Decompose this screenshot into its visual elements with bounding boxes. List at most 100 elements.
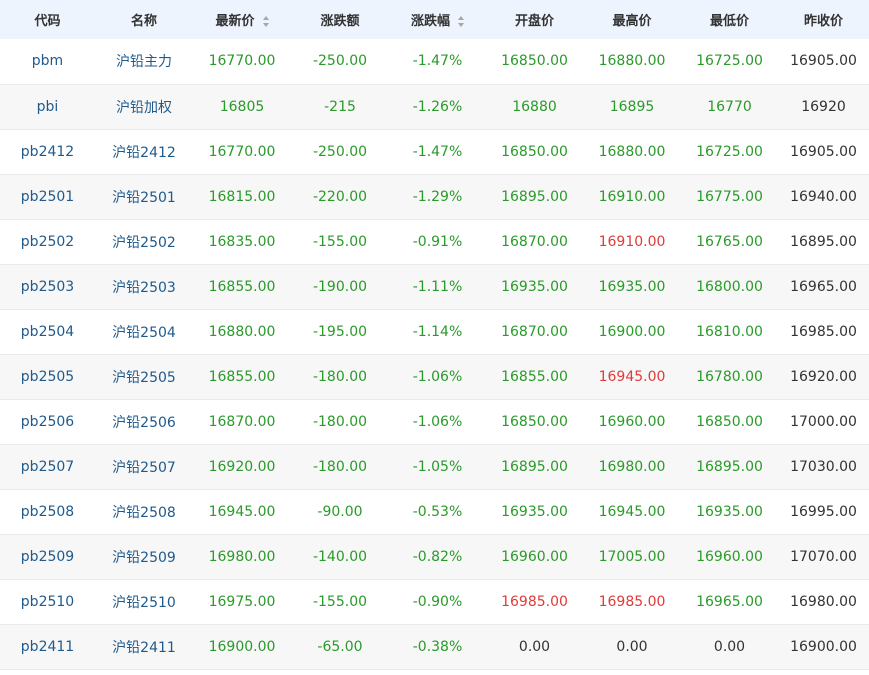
contract-name-cell: 沪铅2505	[95, 354, 193, 399]
contract-code-link[interactable]: pb2509	[21, 549, 74, 565]
last-price-cell: 16770.00	[208, 143, 276, 160]
contract-code-link[interactable]: pb2504	[21, 324, 74, 340]
contract-code-link[interactable]: pb2508	[21, 504, 74, 520]
contract-name-cell: 沪铅2509	[95, 534, 193, 579]
contract-code-link[interactable]: pb2502	[21, 234, 74, 250]
open-price-cell: 16895.00	[501, 458, 568, 475]
table-row[interactable]: pb2501 沪铅2501 16815.00 -220.00 -1.29% 16895.0…	[0, 174, 869, 219]
contract-code-link[interactable]: pb2411	[21, 639, 74, 655]
header-code: 代码	[0, 0, 95, 39]
table-row[interactable]: pb2508 沪铅2508 16945.00 -90.00 -0.53% 16935.00…	[0, 489, 869, 534]
contract-name-link[interactable]: 沪铅2501	[112, 190, 176, 206]
contract-code-link[interactable]: pb2510	[21, 594, 74, 610]
change-pct-cell: -1.06%	[412, 413, 463, 430]
prev-close-cell: 17070.00	[790, 548, 857, 565]
table-row[interactable]: pb2507 沪铅2507 16920.00 -180.00 -1.05% 16895.0…	[0, 444, 869, 489]
contract-name-link[interactable]: 沪铅加权	[116, 100, 172, 116]
change-pct-cell: -1.29%	[412, 188, 463, 205]
contract-code-cell: pbi	[0, 84, 95, 129]
contract-name-link[interactable]: 沪铅2503	[112, 280, 176, 296]
prev-close-cell: 16985.00	[790, 323, 857, 340]
contract-name-link[interactable]: 沪铅2412	[112, 145, 176, 161]
contract-code-cell: pb2510	[0, 579, 95, 624]
contract-code-link[interactable]: pb2503	[21, 279, 74, 295]
table-row[interactable]: pb2411 沪铅2411 16900.00 -65.00 -0.38% 0.00 0.00…	[0, 624, 869, 669]
last-price-cell: 16920.00	[208, 458, 276, 475]
contract-name-link[interactable]: 沪铅2510	[112, 595, 176, 611]
contract-code-link[interactable]: pb2412	[21, 144, 74, 160]
table-row[interactable]: pb2509 沪铅2509 16980.00 -140.00 -0.82% 16960.0…	[0, 534, 869, 579]
contract-code-cell: pb2501	[0, 174, 95, 219]
prev-close-cell: 16980.00	[790, 593, 857, 610]
table-row[interactable]: pb2503 沪铅2503 16855.00 -190.00 -1.11% 16935.0…	[0, 264, 869, 309]
sort-icon[interactable]	[458, 16, 464, 27]
contract-name-link[interactable]: 沪铅2509	[112, 550, 176, 566]
header-open-label: 开盘价	[514, 14, 554, 29]
table-row[interactable]: pb2412 沪铅2412 16770.00 -250.00 -1.47% 16850.0…	[0, 129, 869, 174]
table-row[interactable]: pb2506 沪铅2506 16870.00 -180.00 -1.06% 16850.0…	[0, 399, 869, 444]
prev-close-cell: 16965.00	[790, 278, 857, 295]
contract-code-link[interactable]: pb2506	[21, 414, 74, 430]
table-row[interactable]: pb2505 沪铅2505 16855.00 -180.00 -1.06% 16855.0…	[0, 354, 869, 399]
contract-name-link[interactable]: 沪铅主力	[116, 54, 172, 70]
contract-code-link[interactable]: pb2507	[21, 459, 74, 475]
table-row[interactable]: pbm 沪铅主力 16770.00 -250.00 -1.47% 16850.00 1688…	[0, 39, 869, 84]
contract-code-link[interactable]: pb2505	[21, 369, 74, 385]
open-price-cell: 16870.00	[501, 233, 568, 250]
prev-close-cell: 16900.00	[790, 638, 857, 655]
contract-code-link[interactable]: pbi	[37, 99, 59, 115]
table-row[interactable]: pbi 沪铅加权 16805 -215 -1.26% 16880 16895 16770 169…	[0, 84, 869, 129]
contract-name-link[interactable]: 沪铅2411	[112, 640, 176, 656]
prev-close-cell: 17030.00	[790, 458, 857, 475]
sort-icon[interactable]	[262, 16, 269, 27]
contract-name-link[interactable]: 沪铅2502	[112, 235, 176, 251]
change-cell: -180.00	[312, 458, 368, 475]
contract-code-cell: pb2502	[0, 219, 95, 264]
table-row[interactable]: pb2502 沪铅2502 16835.00 -155.00 -0.91% 16870.0…	[0, 219, 869, 264]
header-low: 最低价	[681, 0, 778, 39]
prev-close-cell: 16905.00	[790, 53, 857, 70]
open-price-cell: 16895.00	[501, 188, 568, 205]
high-price-cell: 16910.00	[598, 233, 666, 250]
change-cell: -190.00	[312, 278, 368, 295]
high-price-cell: 16945.00	[598, 503, 666, 520]
contract-name-link[interactable]: 沪铅2505	[112, 370, 176, 386]
low-price-cell: 16765.00	[696, 233, 763, 250]
high-price-cell: 16945.00	[598, 368, 666, 385]
contract-name-cell: 沪铅2510	[95, 579, 193, 624]
change-cell: -140.00	[312, 548, 368, 565]
prev-close-cell: 16995.00	[790, 503, 857, 520]
change-pct-cell: -0.38%	[412, 638, 463, 655]
open-price-cell: 16850.00	[501, 413, 568, 430]
contract-name-cell: 沪铅2411	[95, 624, 193, 669]
contract-code-link[interactable]: pbm	[32, 53, 63, 69]
header-change-pct[interactable]: 涨跌幅	[389, 0, 486, 39]
contract-code-cell: pb2503	[0, 264, 95, 309]
header-change: 涨跌额	[291, 0, 389, 39]
contract-code-cell: pb2412	[0, 129, 95, 174]
change-cell: -180.00	[312, 413, 368, 430]
contract-name-cell: 沪铅2508	[95, 489, 193, 534]
low-price-cell: 16895.00	[696, 458, 763, 475]
open-price-cell: 16935.00	[501, 278, 568, 295]
contract-name-link[interactable]: 沪铅2508	[112, 505, 176, 521]
contract-name-link[interactable]: 沪铅2504	[112, 325, 176, 341]
change-pct-cell: -0.90%	[412, 593, 463, 610]
contract-code-cell: pb2505	[0, 354, 95, 399]
open-price-cell: 0.00	[518, 638, 551, 655]
contract-name-link[interactable]: 沪铅2506	[112, 415, 176, 431]
contract-name-cell: 沪铅2503	[95, 264, 193, 309]
contract-code-link[interactable]: pb2501	[21, 189, 74, 205]
table-row[interactable]: pb2504 沪铅2504 16880.00 -195.00 -1.14% 16870.0…	[0, 309, 869, 354]
table-row[interactable]: pb2510 沪铅2510 16975.00 -155.00 -0.90% 16985.0…	[0, 579, 869, 624]
open-price-cell: 16935.00	[501, 503, 568, 520]
low-price-cell: 16965.00	[696, 593, 763, 610]
high-price-cell: 16980.00	[598, 458, 666, 475]
high-price-cell: 16880.00	[598, 53, 666, 70]
contract-name-link[interactable]: 沪铅2507	[112, 460, 176, 476]
high-price-cell: 16985.00	[598, 593, 666, 610]
futures-quote-table: 代码 名称 最新价 涨跌额 涨跌幅 开盘价 最高价 最低价 昨收价 pbm 沪铅主…	[0, 0, 869, 670]
contract-name-cell: 沪铅2502	[95, 219, 193, 264]
high-price-cell: 16910.00	[598, 188, 666, 205]
header-last-price[interactable]: 最新价	[193, 0, 291, 39]
